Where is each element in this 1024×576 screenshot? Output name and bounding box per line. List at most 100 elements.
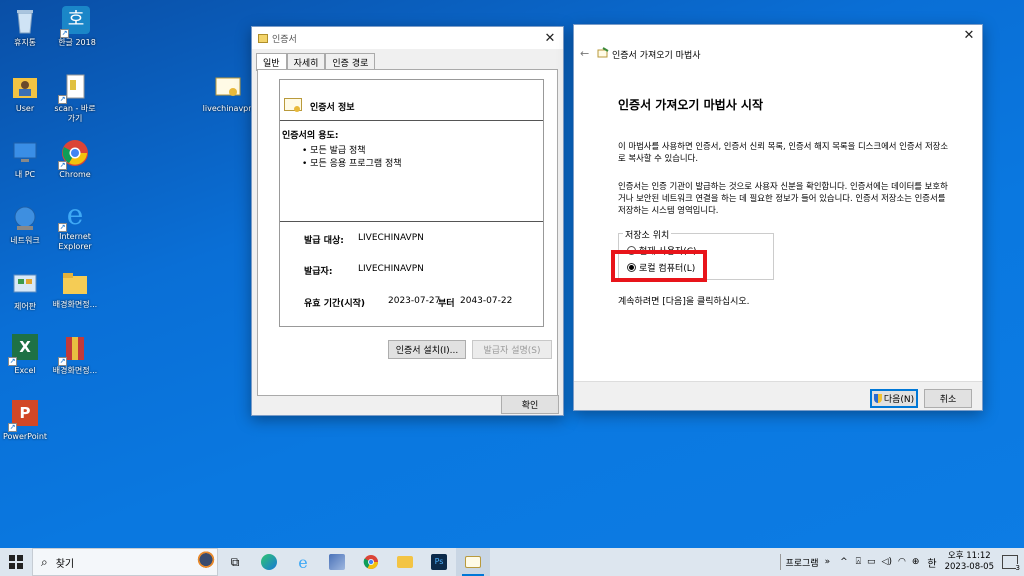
network-icon[interactable]: ⊕: [912, 557, 920, 567]
network-app-icon: [329, 554, 345, 570]
issuer-statement-button: 발급자 설명(S): [472, 340, 552, 359]
desktop-icon-label: 배경화면정...: [52, 300, 98, 309]
import-wizard-window: ✕ ← 인증서 가져오기 마법사 인증서 가져오기 마법사 시작 이 마법사를 …: [573, 24, 983, 411]
clock-time: 오후 11:12: [947, 551, 991, 561]
toolbar-separator: [780, 554, 782, 570]
desktop-icon-label: 한글 2018: [58, 38, 96, 47]
search-icon: ⌕: [41, 554, 48, 569]
install-certificate-button[interactable]: 인증서 설치(I)...: [388, 340, 466, 359]
highlight-box: [611, 250, 707, 282]
search-placeholder: 찾기: [55, 558, 75, 570]
taskbar-photoshop[interactable]: Ps: [422, 548, 456, 576]
programs-toolbar[interactable]: 프로그램: [785, 556, 818, 569]
control-panel-icon: [10, 270, 40, 300]
notification-count: 3: [1015, 564, 1020, 572]
task-view-icon: ⧉: [230, 554, 240, 569]
valid-to-value: 2043-07-22: [460, 296, 513, 306]
next-button[interactable]: 다음(N): [870, 389, 918, 408]
continue-instruction: 계속하려면 [다음]을 클릭하십시오.: [618, 297, 750, 307]
desktop-icon-label: Chrome: [59, 170, 91, 179]
close-icon[interactable]: ✕: [537, 31, 563, 46]
photoshop-icon: Ps: [431, 554, 447, 570]
chrome-icon: [363, 555, 378, 569]
tab-strip: 일반 자세히 인증 경로: [252, 49, 563, 71]
wizard-description-1: 이 마법사를 사용하면 인증서, 인증서 신뢰 목록, 인증서 해지 목록을 디…: [618, 141, 949, 163]
wizard-title: 인증서 가져오기 마법사: [612, 51, 701, 61]
file-icon: ↗: [58, 72, 90, 104]
certificate-icon: [465, 556, 481, 568]
certificate-file-icon: [213, 72, 243, 102]
task-view-button[interactable]: ⧉: [218, 548, 252, 576]
clock[interactable]: 오후 11:12 2023-08-05: [945, 551, 994, 573]
taskbar-chrome[interactable]: [354, 548, 388, 576]
taskbar-network-app[interactable]: [320, 548, 354, 576]
chevron-up-icon[interactable]: ^: [840, 557, 848, 567]
desktop-icon-scan-shortcut[interactable]: ↗ scan - 바로 가기: [44, 72, 106, 124]
validity-label: 유효 기간(시작): [304, 299, 366, 309]
issued-by-label: 발급자:: [304, 267, 333, 277]
issued-to-value: LIVECHINAVPN: [358, 233, 424, 243]
start-button[interactable]: [0, 548, 32, 576]
divider: [280, 120, 543, 121]
chevron-double-right-icon[interactable]: »: [825, 557, 831, 567]
desktop-icon-wallpaper-folder[interactable]: 배경화면정...: [44, 268, 106, 310]
back-arrow-icon[interactable]: ←: [580, 47, 589, 60]
taskbar-internet-explorer[interactable]: e: [286, 548, 320, 576]
divider: [280, 221, 543, 222]
wizard-description-2: 인증서는 인증 기관이 발급하는 것으로 사용자 신분을 확인합니다. 인증서에…: [618, 181, 948, 215]
notification-center-icon[interactable]: 3: [1002, 555, 1020, 572]
folder-icon: [60, 268, 90, 298]
desktop-icon-livechinavpn[interactable]: livechinavpn: [200, 72, 256, 114]
wizard-heading: 인증서 가져오기 마법사 시작: [618, 98, 764, 112]
purpose-item: • 모든 발급 정책: [302, 146, 366, 156]
battery-icon[interactable]: ▭: [867, 557, 876, 567]
desktop-icon-wallpaper-file[interactable]: ↗ 배경화면정...: [44, 334, 106, 376]
desktop-icon-powerpoint[interactable]: P ↗ PowerPoint: [0, 400, 56, 442]
clock-date: 2023-08-05: [944, 562, 994, 572]
desktop-icon-label: 배경화면정...: [52, 366, 98, 375]
cancel-button[interactable]: 취소: [924, 389, 972, 408]
store-location-label: 저장소 위치: [623, 228, 672, 241]
hangul-icon: 호 ↗: [60, 6, 92, 38]
system-tray: 프로그램 » ^ ⍓ ▭ ◁) ◠ ⊕ 한 오후 11:12 2023-08-0…: [780, 548, 1024, 576]
folder-icon: [397, 556, 413, 568]
volume-icon[interactable]: ◁): [882, 557, 892, 567]
desktop-icon-internet-explorer[interactable]: e ↗ Internet Explorer: [44, 200, 106, 252]
network-icon: [10, 204, 40, 234]
search-box[interactable]: ⌕ 찾기: [32, 548, 218, 576]
chrome-icon: ↗: [58, 138, 90, 170]
close-icon[interactable]: ✕: [956, 25, 982, 47]
recycle-bin-icon: [10, 6, 40, 36]
next-button-label: 다음(N): [883, 395, 915, 405]
taskbar-file-explorer[interactable]: [388, 548, 422, 576]
desktop-icon-label: Internet Explorer: [58, 232, 92, 251]
windows-logo-icon: [9, 555, 23, 569]
computer-icon: [10, 138, 40, 168]
ime-indicator[interactable]: 한: [927, 555, 936, 570]
taskbar-edge[interactable]: [252, 548, 286, 576]
user-folder-icon: [10, 72, 40, 102]
taskbar: ⌕ 찾기 ⧉ e Ps 프로그램 » ^ ⍓ ▭ ◁) ◠ ⊕ 한 오후 11:…: [0, 548, 1024, 576]
internet-explorer-icon: e ↗: [58, 198, 84, 232]
ok-button[interactable]: 확인: [501, 395, 559, 414]
powerpoint-icon: P ↗: [8, 400, 40, 432]
excel-icon: X ↗: [8, 334, 40, 366]
issued-by-value: LIVECHINAVPN: [358, 264, 424, 274]
desktop-icon-label: PowerPoint: [2, 432, 48, 441]
issued-to-label: 발급 대상:: [304, 236, 344, 246]
certificate-info-title: 인증서 정보: [310, 103, 355, 113]
certificate-titlebar[interactable]: 인증서 ✕: [252, 27, 563, 49]
certificate-icon: [258, 33, 268, 43]
usb-icon[interactable]: ⍓: [856, 557, 861, 567]
desktop-icon-chrome[interactable]: ↗ Chrome: [44, 138, 106, 180]
wifi-icon[interactable]: ◠: [898, 557, 906, 567]
edge-icon: [261, 554, 277, 570]
certificate-window: 인증서 ✕ 일반 자세히 인증 경로 인증서 정보 인증서의 용도: • 모든 …: [251, 26, 564, 416]
desktop-icon-hangul[interactable]: 호 ↗ 한글 2018: [46, 6, 108, 48]
taskbar-certificate[interactable]: [456, 548, 490, 576]
certificate-icon: [284, 98, 302, 113]
until-label: 부터: [438, 299, 455, 309]
general-tab-panel: 인증서 정보 인증서의 용도: • 모든 발급 정책 • 모든 응용 프로그램 …: [257, 69, 558, 396]
wizard-icon: [597, 47, 609, 59]
bird-icon: [195, 550, 217, 574]
